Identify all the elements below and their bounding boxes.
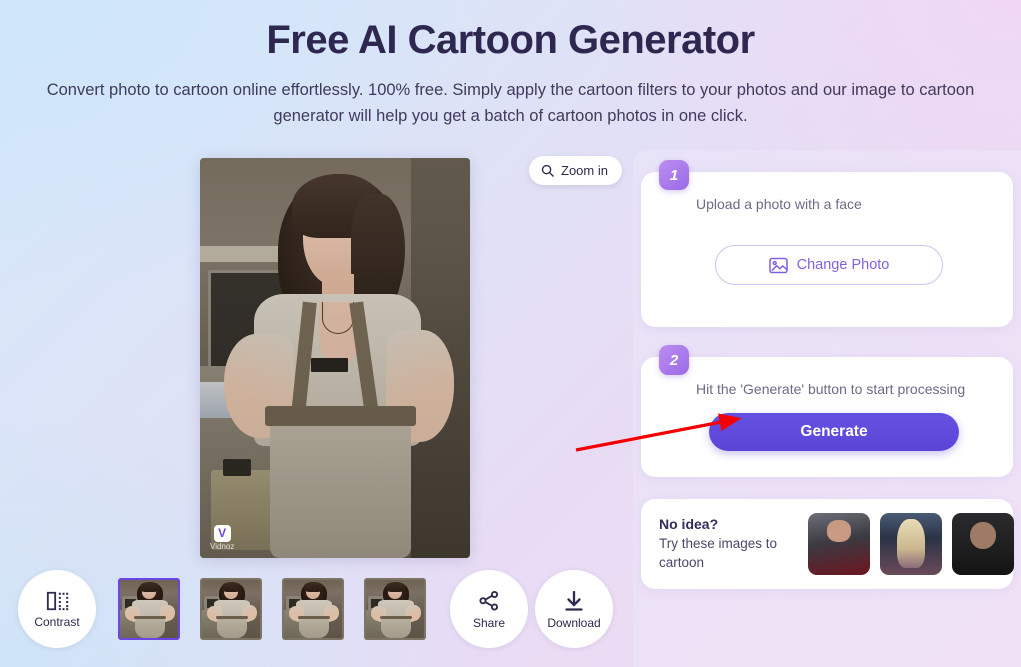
step-card-1: 1 Upload a photo with a face Change Phot… [641, 160, 1013, 327]
change-photo-label: Change Photo [796, 257, 890, 273]
sample-bald-man[interactable] [952, 513, 1014, 575]
main-photo-preview[interactable]: V Vidnoz [200, 158, 470, 558]
watermark-brand: V Vidnoz [210, 525, 234, 552]
page-title: Free AI Cartoon Generator [266, 18, 755, 62]
no-idea-title: No idea? [659, 516, 719, 533]
watermark-brand-label: Vidnoz [210, 542, 235, 552]
page-subtitle: Convert photo to cartoon online effortle… [46, 81, 975, 125]
download-arrow-icon [562, 589, 586, 613]
no-idea-card: No idea? Try these images to cartoon [641, 499, 1014, 589]
contrast-button[interactable]: Contrast [18, 570, 96, 648]
step-2-badge: 2 [659, 345, 689, 375]
thumbnail-result-1[interactable] [118, 578, 180, 640]
step-card-2: 2 Hit the 'Generate' button to start pro… [641, 345, 1013, 477]
thumbnail-result-4[interactable] [364, 578, 426, 640]
step-1-badge: 1 [659, 160, 689, 190]
thumbnail-image [202, 580, 260, 638]
share-nodes-icon [477, 589, 501, 613]
thumbnail-image [284, 580, 342, 638]
image-photo-icon [768, 257, 788, 274]
sample-superman[interactable] [808, 513, 870, 575]
zoom-in-label: Zoom in [561, 163, 608, 178]
right-steps-panel: 1 Upload a photo with a face Change Phot… [633, 150, 1021, 667]
download-label: Download [547, 615, 601, 630]
bottom-toolbar: Contrast Share Download [18, 570, 613, 648]
step-1-text: Upload a photo with a face [696, 196, 862, 212]
share-label: Share [472, 615, 506, 630]
share-button[interactable]: Share [450, 570, 528, 648]
vidnoz-logo-icon: V [213, 525, 231, 543]
no-idea-text-block: No idea? Try these images to cartoon [659, 516, 794, 571]
download-button[interactable]: Download [535, 570, 613, 648]
contrast-label: Contrast [34, 614, 80, 629]
change-photo-button[interactable]: Change Photo [715, 245, 943, 285]
thumbnail-image [120, 580, 178, 638]
zoom-in-button[interactable]: Zoom in [529, 156, 622, 185]
no-idea-subtitle: Try these images to cartoon [659, 536, 778, 570]
thumbnail-image [366, 580, 424, 638]
thumbnail-result-3[interactable] [282, 578, 344, 640]
thumbnail-strip [118, 578, 426, 640]
magnifier-icon [540, 163, 555, 178]
contrast-split-icon [45, 590, 69, 612]
thumbnail-result-2[interactable] [200, 578, 262, 640]
sample-images-row [808, 513, 1014, 575]
sample-blonde-woman[interactable] [880, 513, 942, 575]
step-2-text: Hit the 'Generate' button to start proce… [696, 381, 966, 397]
cartoon-photo-image [200, 158, 470, 558]
generate-button[interactable]: Generate [709, 413, 959, 451]
